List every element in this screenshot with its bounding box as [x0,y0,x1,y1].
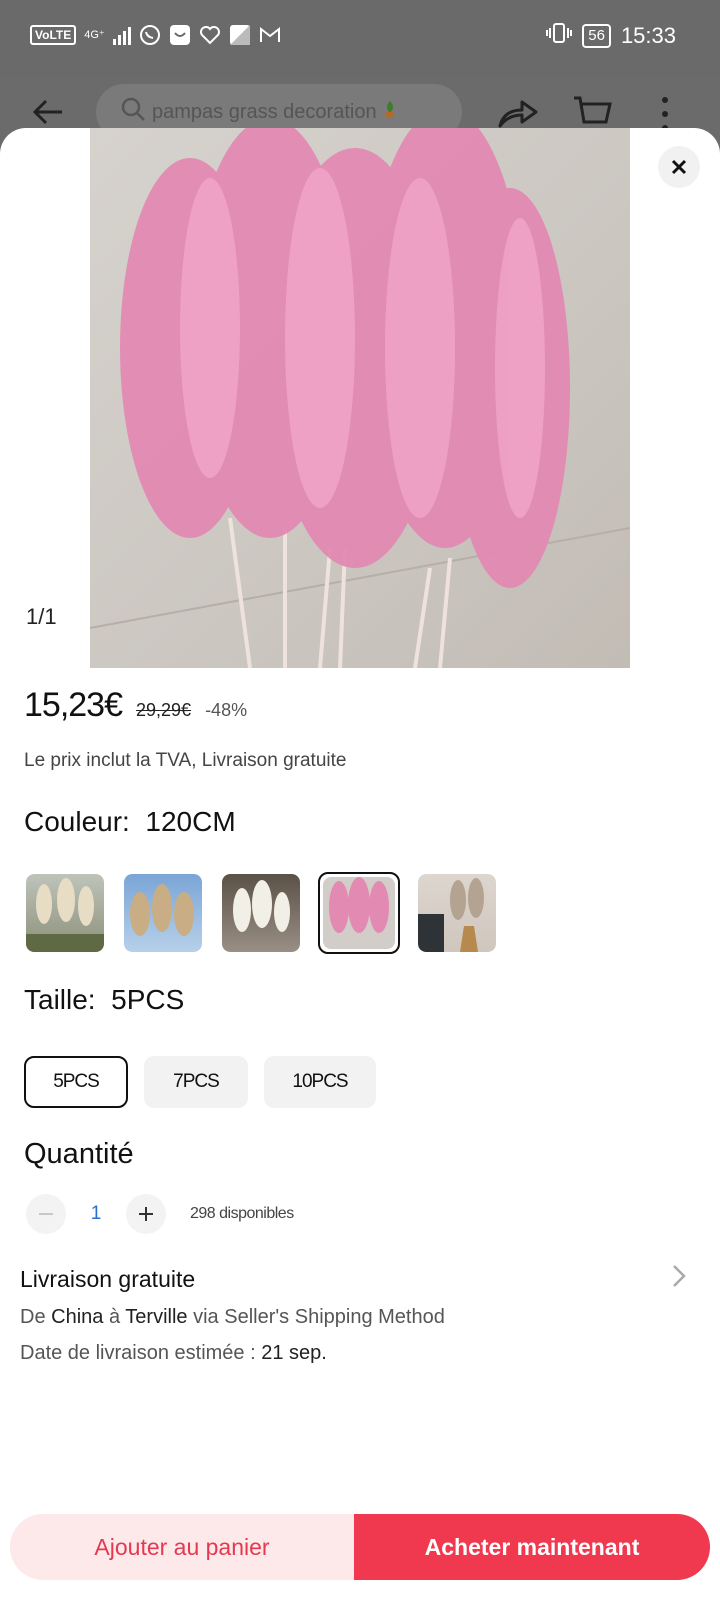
delivery-date-prefix: Date de livraison estimée : [20,1342,256,1364]
quantity-value[interactable]: 1 [66,1203,126,1225]
estimated-delivery: Date de livraison estimée : 21 sep. [20,1342,327,1365]
minus-icon [39,1213,53,1215]
current-price: 15,23€ [24,686,123,724]
color-swatch-2[interactable] [122,872,204,954]
signal-icon [112,25,131,45]
color-swatches [24,872,498,954]
color-heading: Couleur: 120CM [24,806,236,838]
route-prefix: De [20,1306,46,1328]
product-image[interactable] [90,128,630,668]
color-swatch-5[interactable] [416,872,498,954]
heart-icon [199,24,221,46]
route-suffix: via Seller's Shipping Method [193,1306,445,1328]
chevron-right-icon[interactable] [672,1264,686,1295]
color-swatch-4-selected[interactable] [318,872,400,954]
size-label: Taille: [24,984,96,1015]
clock: 15:33 [620,23,676,48]
search-query: pampas grass decoration [152,100,377,123]
quantity-label: Quantité [24,1138,134,1170]
volte-indicator: VoLTE [30,25,77,45]
network-type: 4G⁺ [84,28,105,41]
route-mid: à [108,1306,121,1328]
cart-icon [572,94,612,130]
shipping-origin: China [51,1306,104,1328]
plus-icon [139,1207,153,1221]
size-value: 5PCS [111,984,185,1015]
discount-badge: -48% [205,700,248,720]
image-counter: 1/1 [26,604,57,629]
color-swatch-1[interactable] [24,872,106,954]
price-row: 15,23€ 29,29€ -48% [24,686,247,725]
color-swatch-3[interactable] [220,872,302,954]
stock-available: 298 disponibles [190,1205,294,1222]
plant-emoji-icon [383,99,397,125]
close-button[interactable] [658,146,700,188]
shipping-route: De China à Terville via Seller's Shippin… [20,1306,445,1329]
back-arrow-icon [30,94,66,130]
size-options: 5PCS 7PCS 10PCS [24,1056,376,1108]
vat-note: Le prix inclut la TVA, Livraison gratuit… [24,750,347,771]
color-label: Couleur: [24,806,130,837]
size-option-7pcs[interactable]: 7PCS [144,1056,248,1108]
original-price: 29,29€ [136,700,192,720]
close-icon [671,159,687,175]
size-heading: Taille: 5PCS [24,984,184,1016]
increase-quantity-button[interactable] [126,1194,166,1234]
whatsapp-icon [139,24,161,46]
vibrate-icon [546,22,573,50]
color-value: 120CM [145,806,236,837]
action-bar: Ajouter au panier Acheter maintenant [10,1514,710,1580]
search-icon [120,96,146,128]
delivery-date: 21 sep. [261,1342,327,1364]
battery-indicator: 56 [582,24,611,48]
shipping-title[interactable]: Livraison gratuite [20,1266,195,1293]
gmail-icon [259,24,281,46]
buy-now-button[interactable]: Acheter maintenant [354,1514,710,1580]
decrease-quantity-button[interactable] [26,1194,66,1234]
size-option-10pcs[interactable]: 10PCS [264,1056,376,1108]
sku-selector-sheet: 1/1 15,23€ 29,29€ -48% Le prix inclut la… [0,128,720,1600]
quantity-stepper: 1 298 disponibles [26,1194,294,1234]
status-left: VoLTE 4G⁺ [30,24,281,46]
more-options-icon [660,96,672,132]
add-to-cart-button[interactable]: Ajouter au panier [10,1514,354,1580]
gallery-notification-icon [229,24,251,46]
app-notification-icon [169,24,191,46]
shipping-destination: Terville [125,1306,188,1328]
status-right: 56 15:33 [546,22,676,50]
size-option-5pcs[interactable]: 5PCS [24,1056,128,1108]
status-bar: VoLTE 4G⁺ 56 15:33 [0,0,720,78]
share-icon [496,94,540,130]
